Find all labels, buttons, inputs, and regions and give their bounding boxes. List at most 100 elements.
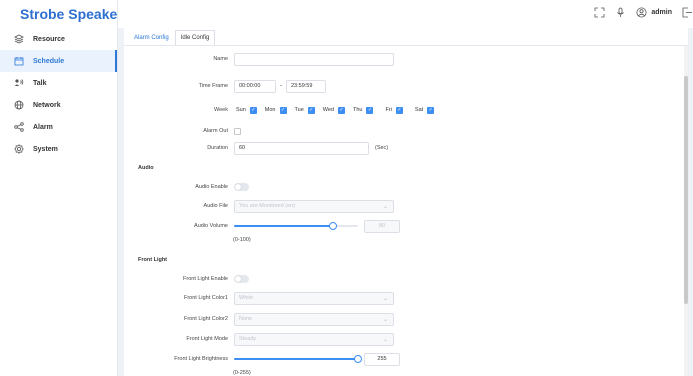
front-light-color1-row: Front Light Color1 White ⌄ xyxy=(124,291,684,305)
front-light-enable-row: Front Light Enable xyxy=(124,272,684,286)
sidebar-item-resource[interactable]: Resource xyxy=(0,28,117,50)
gear-icon xyxy=(14,144,24,154)
tab-alarm-config[interactable]: Alarm Config xyxy=(128,30,175,45)
chevron-down-icon: ⌄ xyxy=(382,203,388,210)
sidebar-item-alarm[interactable]: Alarm xyxy=(0,116,117,138)
main-panel: Alarm Config Idle Config Name Time Frame… xyxy=(124,28,688,376)
tab-bar: Alarm Config Idle Config xyxy=(124,28,688,46)
front-light-brightness-row: Front Light Brightness 255 xyxy=(124,352,684,366)
duration-input[interactable]: 60 xyxy=(234,141,369,155)
day-tue[interactable]: Tue ✓ xyxy=(295,106,315,114)
audio-file-select[interactable]: You are Monitored (en) ⌄ xyxy=(234,199,394,213)
front-light-color1-label: Front Light Color1 xyxy=(183,295,228,301)
slider-handle[interactable] xyxy=(354,355,362,363)
sidebar-item-talk[interactable]: Talk xyxy=(0,72,117,94)
sidebar-item-system[interactable]: System xyxy=(0,138,117,160)
globe-icon xyxy=(14,100,24,110)
front-light-brightness-slider[interactable] xyxy=(234,355,362,363)
front-light-brightness-value[interactable]: 255 xyxy=(364,352,400,366)
day-wed[interactable]: Wed ✓ xyxy=(323,106,345,114)
select-value: None xyxy=(239,316,253,322)
tab-idle-config[interactable]: Idle Config xyxy=(174,30,216,45)
front-light-brightness-label: Front Light Brightness xyxy=(174,356,228,362)
name-label: Name xyxy=(213,56,228,62)
sidebar-item-network[interactable]: Network xyxy=(0,94,117,116)
fullscreen-icon[interactable] xyxy=(594,7,605,18)
time-separator: - xyxy=(280,83,282,89)
sidebar: Strobe Speaker Resource Schedule Talk Ne… xyxy=(0,0,123,376)
front-light-color2-row: Front Light Color2 None ⌄ xyxy=(124,312,684,326)
check-icon: ✓ xyxy=(366,106,374,114)
check-icon: ✓ xyxy=(307,106,315,114)
day-sat[interactable]: Sat ✓ xyxy=(415,106,435,114)
sidebar-item-label: Resource xyxy=(33,35,65,43)
front-light-enable-label: Front Light Enable xyxy=(183,276,228,282)
sidebar-item-label: System xyxy=(33,145,58,153)
top-bar-actions: admin xyxy=(594,7,693,18)
check-icon: ✓ xyxy=(395,106,403,114)
username-label[interactable]: admin xyxy=(651,9,672,16)
front-light-color1-select[interactable]: White ⌄ xyxy=(234,291,394,305)
sidebar-item-label: Talk xyxy=(33,79,47,87)
day-thu[interactable]: Thu ✓ xyxy=(353,106,374,114)
day-mon[interactable]: Mon ✓ xyxy=(265,106,287,114)
check-icon: ✓ xyxy=(427,106,435,114)
audio-section-title: Audio xyxy=(138,165,154,171)
audio-volume-hint: (0-100) xyxy=(233,237,251,243)
chevron-down-icon: ⌄ xyxy=(382,316,388,323)
chevron-down-icon: ⌄ xyxy=(382,336,388,343)
duration-unit: (Sec) xyxy=(375,145,389,151)
audio-enable-row: Audio Enable xyxy=(124,180,684,194)
name-input[interactable] xyxy=(234,52,394,66)
alarm-out-row: Alarm Out xyxy=(124,124,684,138)
check-icon: ✓ xyxy=(249,106,257,114)
week-label: Week xyxy=(214,107,228,113)
sidebar-item-label: Network xyxy=(33,101,61,109)
front-light-mode-row: Front Light Mode Steady ⌄ xyxy=(124,332,684,346)
time-frame-row: Time Frame 00:00:00 - 23:59:59 xyxy=(124,79,684,93)
top-bar: admin xyxy=(118,0,693,28)
check-icon: ✓ xyxy=(338,106,345,114)
share-icon xyxy=(14,122,24,132)
audio-volume-slider[interactable] xyxy=(234,222,358,230)
audio-volume-label: Audio Volume xyxy=(194,223,228,229)
app-window: Strobe Speaker Resource Schedule Talk Ne… xyxy=(0,0,693,376)
front-light-color2-select[interactable]: None ⌄ xyxy=(234,312,394,326)
microphone-icon[interactable] xyxy=(615,7,626,18)
select-value: Steady xyxy=(239,336,257,342)
alarm-out-label: Alarm Out xyxy=(203,128,228,134)
scrollbar-thumb[interactable] xyxy=(684,76,688,304)
front-light-color2-label: Front Light Color2 xyxy=(183,316,228,322)
audio-volume-row: Audio Volume 80 xyxy=(124,219,684,233)
time-end-input[interactable]: 23:59:59 xyxy=(286,79,326,93)
calendar-icon xyxy=(14,56,24,66)
audio-file-label: Audio File xyxy=(203,203,228,209)
audio-file-placeholder: You are Monitored (en) xyxy=(239,203,296,209)
select-value: White xyxy=(239,295,254,301)
user-circle-icon[interactable] xyxy=(636,7,647,18)
day-fri[interactable]: Fri ✓ xyxy=(385,106,403,114)
alarm-out-checkbox[interactable] xyxy=(234,127,241,135)
sidebar-item-label: Schedule xyxy=(33,57,65,65)
time-start-input[interactable]: 00:00:00 xyxy=(234,79,276,93)
audio-enable-label: Audio Enable xyxy=(195,184,228,190)
audio-file-row: Audio File You are Monitored (en) ⌄ xyxy=(124,199,684,213)
check-icon: ✓ xyxy=(279,106,287,114)
duration-row: Duration 60 (Sec) xyxy=(124,141,684,155)
front-light-mode-select[interactable]: Steady ⌄ xyxy=(234,332,394,346)
front-light-enable-toggle[interactable] xyxy=(234,275,249,283)
audio-volume-value[interactable]: 80 xyxy=(364,219,400,233)
time-frame-label: Time Frame xyxy=(198,83,228,89)
slider-handle[interactable] xyxy=(329,222,338,230)
name-row: Name xyxy=(124,52,684,66)
sidebar-item-schedule[interactable]: Schedule xyxy=(0,50,117,72)
layers-icon xyxy=(14,34,24,44)
day-sun[interactable]: Sun ✓ xyxy=(236,106,257,114)
brand-title: Strobe Speaker xyxy=(20,6,123,22)
logout-icon[interactable] xyxy=(682,7,693,18)
duration-label: Duration xyxy=(207,145,228,151)
week-row: Week Sun ✓ Mon ✓ Tue ✓ Wed ✓ Thu ✓ Fri ✓ Sat ✓ xyxy=(124,103,684,117)
front-light-brightness-hint: (0-255) xyxy=(233,370,251,376)
front-light-mode-label: Front Light Mode xyxy=(186,336,228,342)
audio-enable-toggle[interactable] xyxy=(234,183,249,191)
